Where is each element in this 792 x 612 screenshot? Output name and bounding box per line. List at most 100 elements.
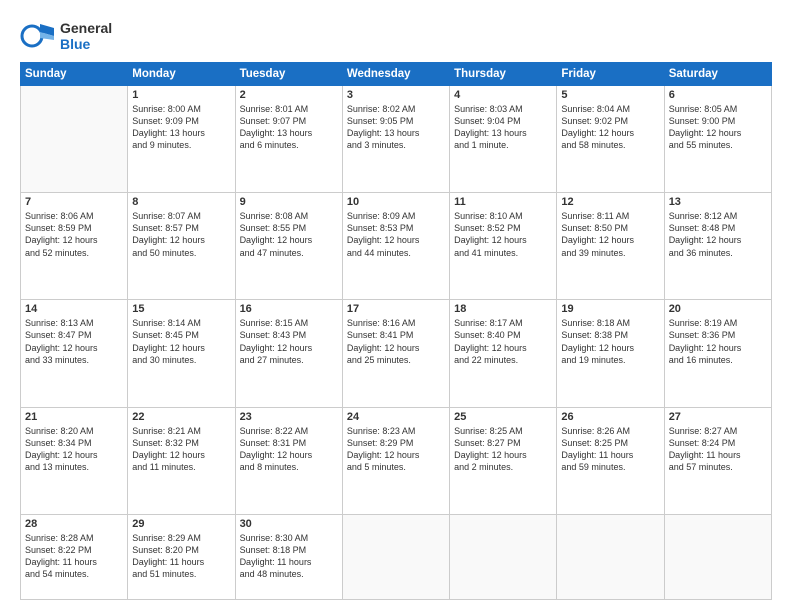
day-number: 6	[669, 89, 767, 101]
calendar-cell: 20 Sunrise: 8:19 AM Sunset: 8:36 PM Dayli…	[664, 300, 771, 407]
day-info: Sunrise: 8:23 AM Sunset: 8:29 PM Dayligh…	[347, 425, 445, 474]
calendar-week-row: 14 Sunrise: 8:13 AM Sunset: 8:47 PM Dayli…	[21, 300, 772, 407]
day-number: 16	[240, 303, 338, 315]
day-info: Sunrise: 8:22 AM Sunset: 8:31 PM Dayligh…	[240, 425, 338, 474]
day-info: Sunrise: 8:21 AM Sunset: 8:32 PM Dayligh…	[132, 425, 230, 474]
day-info: Sunrise: 8:20 AM Sunset: 8:34 PM Dayligh…	[25, 425, 123, 474]
day-info: Sunrise: 8:30 AM Sunset: 8:18 PM Dayligh…	[240, 532, 338, 581]
calendar-cell: 3 Sunrise: 8:02 AM Sunset: 9:05 PM Daylig…	[342, 86, 449, 193]
calendar-cell: 21 Sunrise: 8:20 AM Sunset: 8:34 PM Dayli…	[21, 407, 128, 514]
day-number: 29	[132, 518, 230, 530]
calendar-cell: 29 Sunrise: 8:29 AM Sunset: 8:20 PM Dayli…	[128, 514, 235, 599]
day-number: 2	[240, 89, 338, 101]
calendar-cell: 18Sunrise: 8:17 AM Sunset: 8:40 PM Dayli…	[450, 300, 557, 407]
day-number: 25	[454, 411, 552, 423]
day-number: 11	[454, 196, 552, 208]
header-saturday: Saturday	[664, 63, 771, 86]
day-info: Sunrise: 8:06 AM Sunset: 8:59 PM Dayligh…	[25, 210, 123, 259]
calendar-cell: 5Sunrise: 8:04 AM Sunset: 9:02 PM Daylig…	[557, 86, 664, 193]
page: GeneralBlue SundayMondayTuesdayWednesday…	[0, 0, 792, 612]
day-number: 15	[132, 303, 230, 315]
calendar-week-row: 7 Sunrise: 8:06 AM Sunset: 8:59 PM Daylig…	[21, 193, 772, 300]
calendar-cell: 14 Sunrise: 8:13 AM Sunset: 8:47 PM Dayli…	[21, 300, 128, 407]
day-number: 30	[240, 518, 338, 530]
day-info: Sunrise: 8:29 AM Sunset: 8:20 PM Dayligh…	[132, 532, 230, 581]
day-number: 12	[561, 196, 659, 208]
calendar-week-row: 28 Sunrise: 8:28 AM Sunset: 8:22 PM Dayli…	[21, 514, 772, 599]
calendar-cell	[21, 86, 128, 193]
header-sunday: Sunday	[21, 63, 128, 86]
day-info: Sunrise: 8:00 AM Sunset: 9:09 PM Dayligh…	[132, 103, 230, 152]
day-number: 20	[669, 303, 767, 315]
calendar-cell: 4 Sunrise: 8:03 AM Sunset: 9:04 PM Daylig…	[450, 86, 557, 193]
calendar-cell: 13 Sunrise: 8:12 AM Sunset: 8:48 PM Dayli…	[664, 193, 771, 300]
day-number: 26	[561, 411, 659, 423]
day-number: 24	[347, 411, 445, 423]
header: GeneralBlue	[20, 18, 772, 54]
day-number: 27	[669, 411, 767, 423]
day-info: Sunrise: 8:10 AM Sunset: 8:52 PM Dayligh…	[454, 210, 552, 259]
day-number: 28	[25, 518, 123, 530]
day-info: Sunrise: 8:13 AM Sunset: 8:47 PM Dayligh…	[25, 317, 123, 366]
day-number: 23	[240, 411, 338, 423]
day-number: 22	[132, 411, 230, 423]
calendar-cell: 9Sunrise: 8:08 AM Sunset: 8:55 PM Daylig…	[235, 193, 342, 300]
calendar-cell: 6 Sunrise: 8:05 AM Sunset: 9:00 PM Daylig…	[664, 86, 771, 193]
day-info: Sunrise: 8:05 AM Sunset: 9:00 PM Dayligh…	[669, 103, 767, 152]
calendar-cell	[664, 514, 771, 599]
day-number: 7	[25, 196, 123, 208]
header-thursday: Thursday	[450, 63, 557, 86]
header-wednesday: Wednesday	[342, 63, 449, 86]
day-info: Sunrise: 8:28 AM Sunset: 8:22 PM Dayligh…	[25, 532, 123, 581]
calendar-cell: 25Sunrise: 8:25 AM Sunset: 8:27 PM Dayli…	[450, 407, 557, 514]
logo-general: General	[60, 20, 112, 36]
calendar-cell: 1 Sunrise: 8:00 AM Sunset: 9:09 PM Daylig…	[128, 86, 235, 193]
header-monday: Monday	[128, 63, 235, 86]
calendar-cell: 24 Sunrise: 8:23 AM Sunset: 8:29 PM Dayli…	[342, 407, 449, 514]
calendar-cell: 26 Sunrise: 8:26 AM Sunset: 8:25 PM Dayli…	[557, 407, 664, 514]
day-info: Sunrise: 8:19 AM Sunset: 8:36 PM Dayligh…	[669, 317, 767, 366]
calendar-cell: 16 Sunrise: 8:15 AM Sunset: 8:43 PM Dayli…	[235, 300, 342, 407]
day-number: 3	[347, 89, 445, 101]
day-info: Sunrise: 8:15 AM Sunset: 8:43 PM Dayligh…	[240, 317, 338, 366]
day-number: 10	[347, 196, 445, 208]
day-info: Sunrise: 8:08 AM Sunset: 8:55 PM Dayligh…	[240, 210, 338, 259]
calendar-cell: 7 Sunrise: 8:06 AM Sunset: 8:59 PM Daylig…	[21, 193, 128, 300]
day-number: 14	[25, 303, 123, 315]
calendar-header-row: SundayMondayTuesdayWednesdayThursdayFrid…	[21, 63, 772, 86]
calendar-cell: 22 Sunrise: 8:21 AM Sunset: 8:32 PM Dayli…	[128, 407, 235, 514]
calendar-cell: 30 Sunrise: 8:30 AM Sunset: 8:18 PM Dayli…	[235, 514, 342, 599]
day-number: 8	[132, 196, 230, 208]
calendar-cell: 2 Sunrise: 8:01 AM Sunset: 9:07 PM Daylig…	[235, 86, 342, 193]
day-number: 17	[347, 303, 445, 315]
day-info: Sunrise: 8:12 AM Sunset: 8:48 PM Dayligh…	[669, 210, 767, 259]
day-number: 13	[669, 196, 767, 208]
general-blue-logo-icon	[20, 18, 56, 54]
day-number: 21	[25, 411, 123, 423]
calendar-week-row: 21 Sunrise: 8:20 AM Sunset: 8:34 PM Dayli…	[21, 407, 772, 514]
logo-blue: Blue	[60, 36, 112, 52]
day-info: Sunrise: 8:27 AM Sunset: 8:24 PM Dayligh…	[669, 425, 767, 474]
day-info: Sunrise: 8:14 AM Sunset: 8:45 PM Dayligh…	[132, 317, 230, 366]
calendar-cell	[450, 514, 557, 599]
calendar-cell	[557, 514, 664, 599]
day-info: Sunrise: 8:07 AM Sunset: 8:57 PM Dayligh…	[132, 210, 230, 259]
header-friday: Friday	[557, 63, 664, 86]
logo: GeneralBlue	[20, 18, 112, 54]
day-info: Sunrise: 8:11 AM Sunset: 8:50 PM Dayligh…	[561, 210, 659, 259]
calendar-cell: 17Sunrise: 8:16 AM Sunset: 8:41 PM Dayli…	[342, 300, 449, 407]
calendar-cell: 15 Sunrise: 8:14 AM Sunset: 8:45 PM Dayli…	[128, 300, 235, 407]
day-info: Sunrise: 8:17 AM Sunset: 8:40 PM Dayligh…	[454, 317, 552, 366]
day-info: Sunrise: 8:26 AM Sunset: 8:25 PM Dayligh…	[561, 425, 659, 474]
day-info: Sunrise: 8:02 AM Sunset: 9:05 PM Dayligh…	[347, 103, 445, 152]
day-number: 4	[454, 89, 552, 101]
calendar-cell: 27 Sunrise: 8:27 AM Sunset: 8:24 PM Dayli…	[664, 407, 771, 514]
day-info: Sunrise: 8:04 AM Sunset: 9:02 PM Dayligh…	[561, 103, 659, 152]
day-number: 1	[132, 89, 230, 101]
calendar-cell: 8 Sunrise: 8:07 AM Sunset: 8:57 PM Daylig…	[128, 193, 235, 300]
day-number: 19	[561, 303, 659, 315]
day-info: Sunrise: 8:03 AM Sunset: 9:04 PM Dayligh…	[454, 103, 552, 152]
calendar-cell: 28 Sunrise: 8:28 AM Sunset: 8:22 PM Dayli…	[21, 514, 128, 599]
day-info: Sunrise: 8:18 AM Sunset: 8:38 PM Dayligh…	[561, 317, 659, 366]
day-info: Sunrise: 8:01 AM Sunset: 9:07 PM Dayligh…	[240, 103, 338, 152]
